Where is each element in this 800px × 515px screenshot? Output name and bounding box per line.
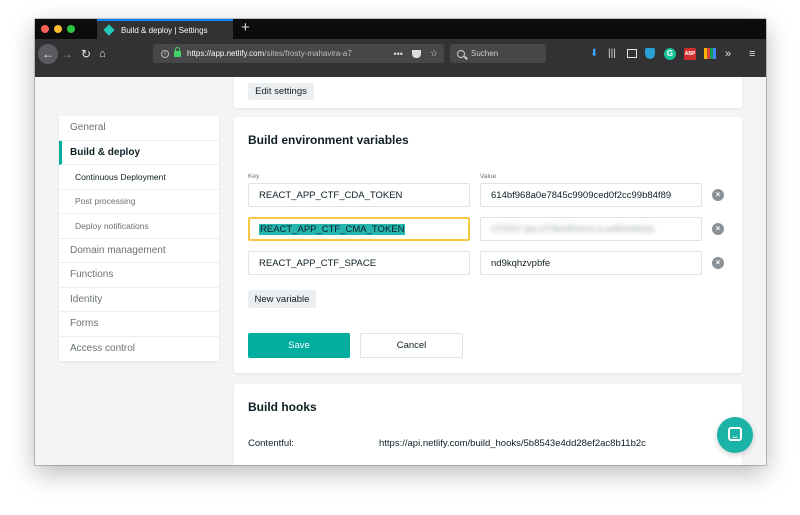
save-button[interactable]: Save: [248, 333, 350, 358]
bookmark-star-icon[interactable]: ☆: [430, 48, 438, 59]
minimize-window-button[interactable]: [54, 25, 62, 33]
url-actions: ••• ☆: [387, 44, 444, 63]
browser-tab[interactable]: Build & deploy | Settings: [97, 19, 233, 39]
tab-title: Build & deploy | Settings: [121, 25, 208, 35]
page-actions-icon[interactable]: •••: [393, 49, 402, 59]
hamburger-menu-icon[interactable]: ≡: [749, 48, 755, 60]
forward-button[interactable]: →: [61, 47, 73, 61]
new-tab-button[interactable]: +: [241, 20, 250, 36]
new-variable-button[interactable]: New variable: [248, 290, 316, 308]
sidebar-toggle-icon[interactable]: [627, 49, 637, 58]
cancel-button[interactable]: Cancel: [360, 333, 463, 358]
sidebar-item-forms[interactable]: Forms: [59, 312, 219, 337]
colorful-extension-icon[interactable]: [704, 48, 716, 59]
chat-icon: [728, 427, 742, 441]
remove-variable-icon[interactable]: ×: [712, 223, 724, 235]
env-key-text: REACT_APP_CTF_CDA_TOKEN: [259, 189, 403, 201]
key-column-label: Key: [248, 173, 260, 180]
env-variables-title: Build environment variables: [248, 133, 409, 147]
remove-variable-icon[interactable]: ×: [712, 257, 724, 269]
netlify-favicon-icon: [103, 24, 115, 36]
env-value-input[interactable]: nd9kqhzvpbfe: [480, 251, 702, 275]
build-hooks-title: Build hooks: [248, 400, 317, 414]
overflow-menu-icon[interactable]: »: [725, 48, 731, 60]
close-window-button[interactable]: [41, 25, 49, 33]
adblock-extension-icon[interactable]: ABP: [684, 48, 696, 60]
sidebar-item-access-control[interactable]: Access control: [59, 337, 219, 362]
chat-support-button[interactable]: [717, 417, 753, 453]
sidebar-item-deploy-notifications[interactable]: Deploy notifications: [59, 214, 219, 239]
edit-settings-button[interactable]: Edit settings: [248, 83, 314, 100]
sidebar-item-domain-management[interactable]: Domain management: [59, 239, 219, 263]
info-icon[interactable]: i: [161, 49, 169, 58]
sidebar-item-identity[interactable]: Identity: [59, 288, 219, 312]
search-icon: [457, 49, 465, 58]
grammarly-extension-icon[interactable]: G: [664, 48, 676, 60]
maximize-window-button[interactable]: [67, 25, 75, 33]
env-key-input-focused[interactable]: REACT_APP_CTF_CMA_TOKEN: [248, 217, 470, 241]
env-value-input[interactable]: 614bf968a0e7845c9909ced0f2cc99b84f89: [480, 183, 702, 207]
browser-toolbar: ← → ↻ ⌂ i https://app.netlify.com/sites/…: [35, 39, 766, 77]
reload-button[interactable]: ↻: [81, 47, 91, 61]
build-hooks-card: Build hooks Contentful: https://api.netl…: [234, 384, 742, 465]
sidebar-item-general[interactable]: General: [59, 116, 219, 141]
env-value-input[interactable]: CFPAT-3ac1f76b0f0d10c1ca980e6b2b: [480, 217, 702, 241]
sidebar-item-post-processing[interactable]: Post processing: [59, 190, 219, 214]
sidebar-item-functions[interactable]: Functions: [59, 263, 219, 288]
hook-url[interactable]: https://api.netlify.com/build_hooks/5b85…: [379, 438, 646, 449]
lock-icon: [174, 46, 181, 57]
browser-window: Build & deploy | Settings + ← → ↻ ⌂ i ht…: [35, 19, 766, 465]
previous-settings-card: Edit settings: [234, 77, 742, 108]
address-bar[interactable]: i https://app.netlify.com/sites/frosty-m…: [153, 44, 444, 63]
page-content: General Build & deploy Continuous Deploy…: [35, 77, 766, 465]
sidebar-item-build-deploy[interactable]: Build & deploy: [59, 140, 219, 165]
env-key-input[interactable]: REACT_APP_CTF_CDA_TOKEN: [248, 183, 470, 207]
back-button[interactable]: ←: [38, 44, 58, 64]
settings-sidebar: General Build & deploy Continuous Deploy…: [59, 116, 219, 361]
env-key-selected-text: REACT_APP_CTF_CMA_TOKEN: [259, 223, 406, 235]
sidebar-item-continuous-deployment[interactable]: Continuous Deployment: [59, 165, 219, 190]
title-bar: Build & deploy | Settings +: [35, 19, 766, 39]
shield-extension-icon[interactable]: [645, 48, 655, 59]
env-key-input[interactable]: REACT_APP_CTF_SPACE: [248, 251, 470, 275]
env-key-text: REACT_APP_CTF_SPACE: [259, 257, 377, 269]
library-icon[interactable]: |||: [608, 48, 616, 60]
search-bar[interactable]: Suchen: [450, 44, 546, 63]
download-icon[interactable]: ⬇: [590, 48, 598, 60]
pocket-icon[interactable]: [411, 49, 421, 58]
env-value-text: 614bf968a0e7845c9909ced0f2cc99b84f89: [491, 189, 672, 201]
env-variables-card: Build environment variables Key Value RE…: [234, 117, 742, 373]
home-button[interactable]: ⌂: [99, 47, 106, 61]
url-text: https://app.netlify.com/sites/frosty-mah…: [187, 49, 352, 58]
hook-name: Contentful:: [248, 438, 294, 449]
value-column-label: Value: [480, 173, 497, 180]
search-placeholder: Suchen: [471, 49, 499, 58]
remove-variable-icon[interactable]: ×: [712, 189, 724, 201]
env-value-blurred-text: CFPAT-3ac1f76b0f0d10c1ca980e6b2b: [491, 223, 654, 235]
env-value-text: nd9kqhzvpbfe: [491, 257, 551, 269]
